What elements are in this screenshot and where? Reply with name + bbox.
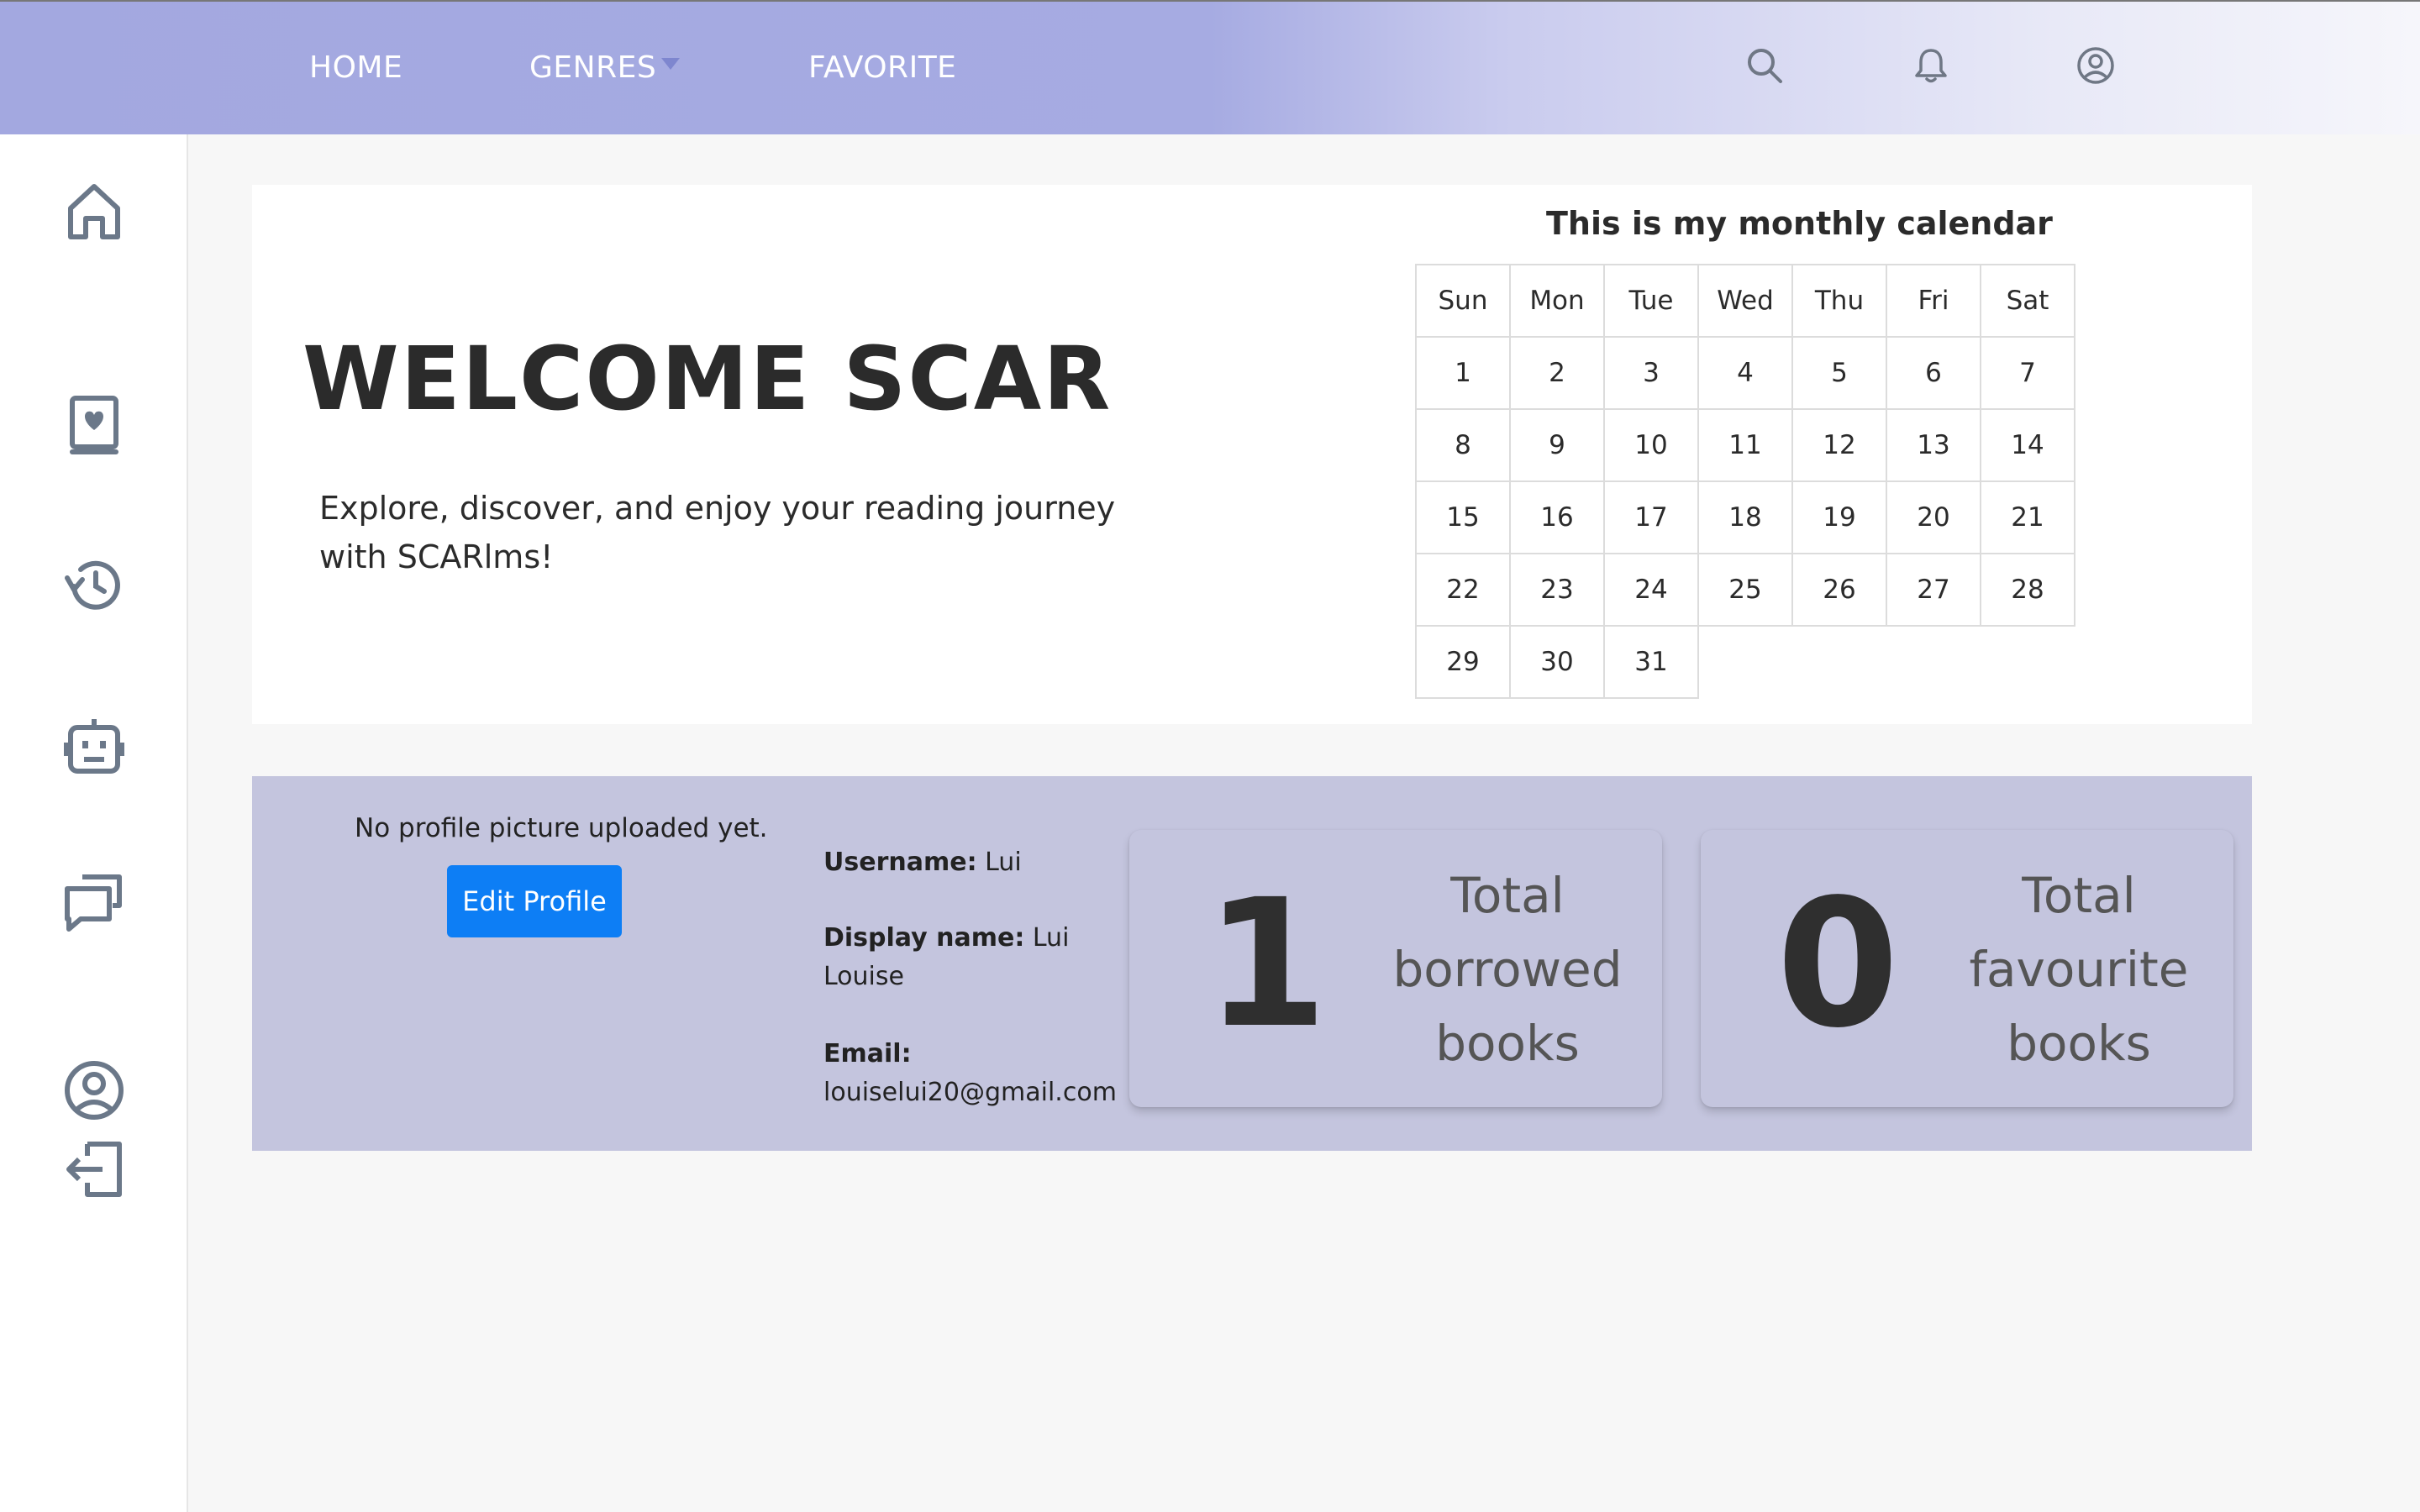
favourite-books-card: 0 Total favourite books [1701,830,2233,1107]
calendar-date-cell: 20 [1886,480,1981,554]
calendar-date-cell: 2 [1509,336,1605,410]
bell-icon[interactable] [1911,45,1951,86]
edit-profile-button[interactable]: Edit Profile [447,865,622,937]
calendar-week-row: 15 16 17 18 19 20 21 [1415,480,2075,554]
chat-icon[interactable] [62,870,126,934]
calendar-day-header: Wed [1697,264,1793,338]
robot-icon[interactable] [62,714,126,778]
calendar-date-cell: 8 [1415,408,1511,482]
calendar-week-row: 8 9 10 11 12 13 14 [1415,408,2075,482]
calendar-date-cell: 25 [1697,553,1793,627]
calendar-date-cell: 27 [1886,553,1981,627]
display-name-label: Display name: [823,923,1025,953]
no-profile-picture-text: No profile picture uploaded yet. [355,813,768,843]
calendar-week-row: 29 30 31 [1415,625,2075,699]
calendar-date-cell: 24 [1603,553,1699,627]
calendar-empty-cell [1698,626,1792,698]
calendar-date-cell: 29 [1415,625,1511,699]
calendar-date-cell: 13 [1886,408,1981,482]
search-icon[interactable] [1744,45,1785,86]
calendar-day-header: Fri [1886,264,1981,338]
history-icon[interactable] [62,553,126,617]
calendar-date-cell: 9 [1509,408,1605,482]
calendar-empty-cell [1886,626,1981,698]
username-label: Username: [823,848,977,877]
email-value: louiselui20@gmail.com [823,1078,1117,1107]
display-name-info: Display name: Lui Louise [823,919,1101,996]
calendar-date-cell: 21 [1980,480,2075,554]
favourite-label: Total favourite books [1969,867,2189,1072]
calendar-day-header: Mon [1509,264,1605,338]
borrowed-label: Total borrowed books [1392,867,1623,1072]
borrowed-count: 1 [1205,861,1328,1067]
calendar-date-cell: 17 [1603,480,1699,554]
nav-home-link[interactable]: HOME [309,50,402,85]
calendar-date-cell: 22 [1415,553,1511,627]
welcome-title: WELCOME SCAR [302,328,1113,430]
calendar-date-cell: 11 [1697,408,1793,482]
book-heart-icon[interactable] [62,393,126,457]
calendar-date-cell: 10 [1603,408,1699,482]
favourite-count: 0 [1776,861,1900,1067]
calendar-week-row: 22 23 24 25 26 27 28 [1415,553,2075,627]
calendar-day-header: Thu [1791,264,1887,338]
nav-genres-label: GENRES [529,50,657,85]
calendar-day-header: Tue [1603,264,1699,338]
sidebar [0,134,188,1512]
calendar-day-header: Sun [1415,264,1511,338]
calendar-date-cell: 18 [1697,480,1793,554]
home-icon[interactable] [62,180,126,244]
calendar-date-cell: 26 [1791,553,1887,627]
calendar-date-cell: 3 [1603,336,1699,410]
calendar-date-cell: 14 [1980,408,2075,482]
calendar-date-cell: 28 [1980,553,2075,627]
calendar-date-cell: 30 [1509,625,1605,699]
calendar-date-cell: 5 [1791,336,1887,410]
calendar-date-cell: 16 [1509,480,1605,554]
calendar-empty-cell [1981,626,2075,698]
caret-down-icon [661,58,681,70]
calendar-date-cell: 6 [1886,336,1981,410]
nav-favorite-link[interactable]: FAVORITE [808,50,956,85]
calendar-day-header: Sat [1980,264,2075,338]
calendar-title: This is my monthly calendar [1546,205,2053,242]
calendar-empty-cell [1792,626,1886,698]
calendar-date-cell: 15 [1415,480,1511,554]
calendar-date-cell: 1 [1415,336,1511,410]
logout-icon[interactable] [62,1137,126,1201]
calendar-date-cell: 4 [1697,336,1793,410]
profile-circle-icon[interactable] [62,1058,126,1122]
user-circle-icon[interactable] [2075,45,2116,86]
username-value: Lui [985,848,1022,877]
nav-genres-dropdown[interactable]: GENRES [529,50,681,85]
calendar-week-row: 1234567 [1415,336,2075,410]
top-navbar: HOME GENRES FAVORITE [0,0,2420,134]
username-info: Username: Lui [823,843,1101,882]
email-info: Email: louiselui20@gmail.com [823,1035,1117,1112]
profile-summary: No profile picture uploaded yet. Edit Pr… [252,776,2252,1151]
monthly-calendar: Sun Mon Tue Wed Thu Fri Sat 1 2 3 4 5 6 7 8 9 10 1… [1415,264,2075,699]
calendar-date-cell: 12 [1791,408,1887,482]
borrowed-books-card: 1 Total borrowed books [1129,830,1662,1107]
calendar-date-cell: 7 [1980,336,2075,410]
calendar-date-cell: 19 [1791,480,1887,554]
calendar-date-cell: 23 [1509,553,1605,627]
calendar-date-cell: 31 [1603,625,1699,699]
welcome-subtitle: Explore, discover, and enjoy your readin… [319,490,1116,575]
calendar-header-row: Sun Mon Tue Wed Thu Fri Sat [1415,264,2075,338]
welcome-card: WELCOME SCAR Explore, discover, and enjo… [252,185,2252,724]
email-label: Email: [823,1039,912,1068]
